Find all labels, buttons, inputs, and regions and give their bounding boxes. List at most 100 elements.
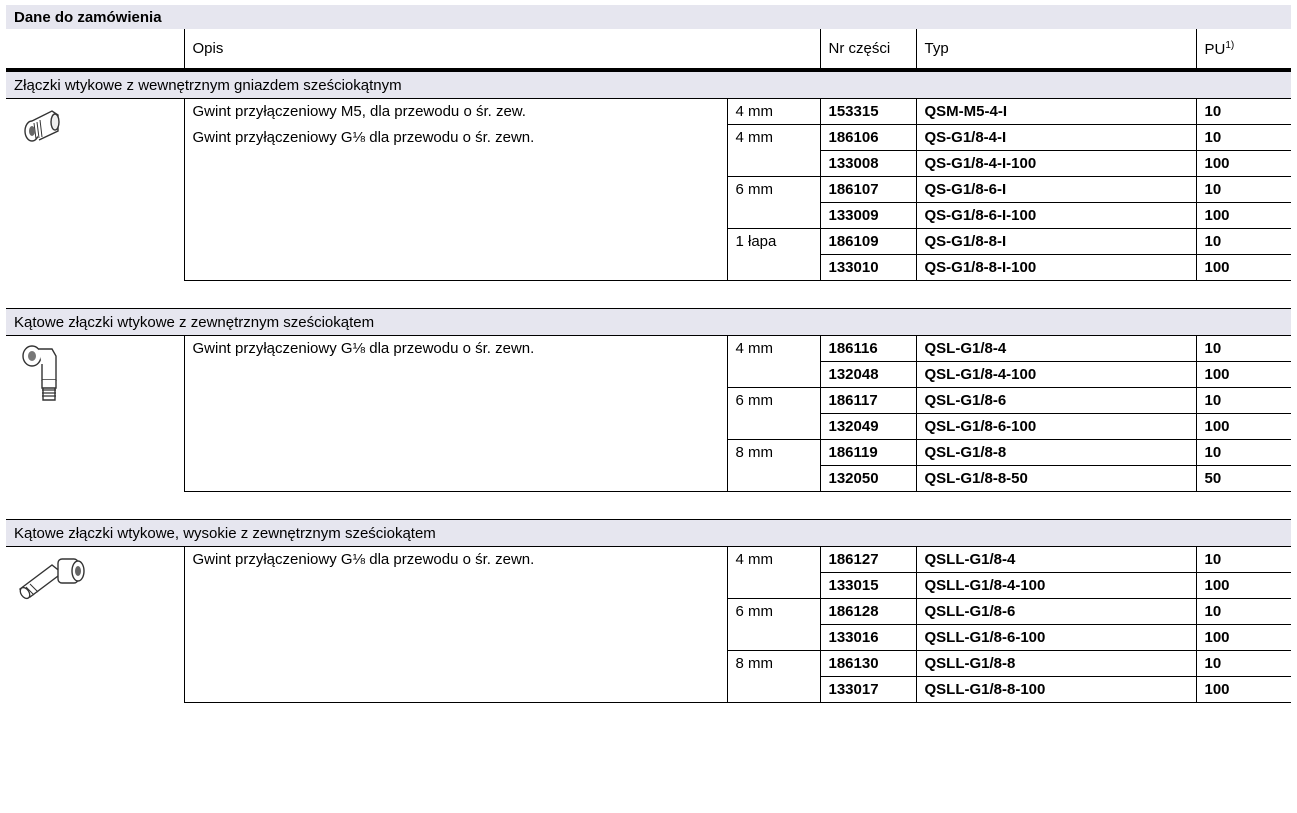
spacer-row	[6, 491, 1292, 520]
pu-cell: 100	[1196, 202, 1292, 229]
size-cell: 1 łapa	[727, 228, 821, 255]
pu-cell: 10	[1196, 598, 1292, 625]
size-cell: 6 mm	[727, 387, 821, 414]
header-image-cell	[6, 29, 184, 70]
description-cell: Gwint przyłączeniowy M5, dla przewodu o …	[184, 98, 728, 125]
description-cell: Gwint przyłączeniowy G⅛ dla przewodu o ś…	[184, 546, 728, 573]
part-number-cell: 186109	[820, 228, 917, 255]
type-cell: QS-G1/8-8-I-100	[916, 254, 1197, 281]
part-number-cell: 132050	[820, 465, 917, 492]
table-row: 6 mm 186128 QSLL-G1/8-6 10	[6, 598, 1292, 625]
section-title: Kątowe złączki wtykowe, wysokie z zewnęt…	[6, 519, 1292, 547]
header-pu: PU1)	[1195, 29, 1292, 70]
size-cell: 8 mm	[727, 650, 821, 677]
table-row: Gwint przyłączeniowy M5, dla przewodu o …	[6, 98, 1292, 281]
size-cell	[727, 413, 821, 440]
table-row: 132048 QSL-G1/8-4-100 100	[6, 361, 1292, 388]
table-row: 133008 QS-G1/8-4-I-100 100	[6, 150, 1292, 177]
description-cell	[184, 413, 728, 440]
spacer-cell	[6, 491, 1292, 520]
header-typ: Typ	[915, 29, 1196, 70]
table-row: 6 mm 186107 QS-G1/8-6-I 10	[6, 176, 1292, 203]
part-number-cell: 186127	[820, 546, 917, 573]
table-row: 133009 QS-G1/8-6-I-100 100	[6, 202, 1292, 229]
type-cell: QSLL-G1/8-6	[916, 598, 1197, 625]
table-row: 1 łapa 186109 QS-G1/8-8-I 10	[6, 228, 1292, 255]
part-number-cell: 153315	[820, 98, 917, 125]
part-number-cell: 186116	[820, 335, 917, 362]
part-number-cell: 186128	[820, 598, 917, 625]
type-cell: QSLL-G1/8-6-100	[916, 624, 1197, 651]
section-title: Kątowe złączki wtykowe z zewnętrznym sze…	[6, 308, 1292, 336]
elbow-fitting-icon	[22, 345, 57, 401]
size-cell	[727, 361, 821, 388]
description-cell: Gwint przyłączeniowy G⅛ dla przewodu o ś…	[184, 335, 728, 362]
table-row: 132049 QSL-G1/8-6-100 100	[6, 413, 1292, 440]
size-cell	[727, 465, 821, 492]
size-cell: 8 mm	[727, 439, 821, 466]
pu-cell: 100	[1196, 150, 1292, 177]
table-row: 132050 QSL-G1/8-8-50 50	[6, 465, 1292, 492]
table-row: 133010 QS-G1/8-8-I-100 100	[6, 254, 1292, 281]
size-cell	[727, 150, 821, 177]
description-cell	[184, 202, 728, 229]
size-cell: 4 mm	[727, 124, 821, 151]
pu-cell: 10	[1196, 439, 1292, 466]
pu-cell: 100	[1196, 361, 1292, 388]
part-number-cell: 133009	[820, 202, 917, 229]
type-cell: QSL-G1/8-6	[916, 387, 1197, 414]
table-row: 8 mm 186130 QSLL-G1/8-8 10	[6, 650, 1292, 677]
size-cell: 6 mm	[727, 176, 821, 203]
part-number-cell: 186106	[820, 124, 917, 151]
header-pu-footnote: 1)	[1225, 39, 1235, 51]
pu-cell: 100	[1196, 676, 1292, 703]
table-row: 133016 QSLL-G1/8-6-100 100	[6, 624, 1292, 651]
size-cell	[727, 676, 821, 703]
table-row: Gwint przyłączeniowy G⅛ dla przewodu o ś…	[6, 335, 1292, 492]
type-cell: QSM-M5-4-I	[916, 98, 1197, 125]
description-cell	[184, 439, 728, 466]
size-cell: 4 mm	[727, 546, 821, 573]
description-cell	[184, 361, 728, 388]
part-number-cell: 186117	[820, 387, 917, 414]
product-image-cell	[6, 335, 185, 492]
part-number-cell: 132048	[820, 361, 917, 388]
type-cell: QSL-G1/8-8	[916, 439, 1197, 466]
header-pu-label: PU	[1204, 40, 1226, 58]
pu-cell: 100	[1196, 413, 1292, 440]
size-cell	[727, 254, 821, 281]
header-nr-czesci: Nr części	[819, 29, 916, 70]
part-number-cell: 133010	[820, 254, 917, 281]
type-cell: QS-G1/8-8-I	[916, 228, 1197, 255]
type-cell: QSL-G1/8-8-50	[916, 465, 1197, 492]
description-cell	[184, 598, 728, 625]
description-cell	[184, 176, 728, 203]
table-title: Dane do zamówienia	[6, 5, 1292, 29]
product-image-cell	[6, 546, 185, 703]
section-header-row: Kątowe złączki wtykowe, wysokie z zewnęt…	[6, 519, 1292, 547]
section-header-row: Złączki wtykowe z wewnętrznym gniazdem s…	[6, 70, 1292, 99]
type-cell: QS-G1/8-4-I-100	[916, 150, 1197, 177]
pu-cell: 50	[1196, 465, 1292, 492]
description-cell	[184, 387, 728, 414]
type-cell: QSL-G1/8-4-100	[916, 361, 1197, 388]
part-number-cell: 186119	[820, 439, 917, 466]
part-number-cell: 133016	[820, 624, 917, 651]
product-image-cell	[6, 98, 185, 281]
size-cell	[727, 572, 821, 599]
part-number-cell: 133015	[820, 572, 917, 599]
part-number-cell: 133017	[820, 676, 917, 703]
section-title: Złączki wtykowe z wewnętrznym gniazdem s…	[6, 70, 1292, 99]
pu-cell: 10	[1196, 228, 1292, 255]
type-cell: QSLL-G1/8-8-100	[916, 676, 1197, 703]
type-cell: QS-G1/8-6-I	[916, 176, 1197, 203]
description-cell	[184, 254, 728, 281]
table-row: Gwint przyłączeniowy G⅛ dla przewodu o ś…	[6, 124, 1292, 151]
size-cell: 6 mm	[727, 598, 821, 625]
type-cell: QSLL-G1/8-8	[916, 650, 1197, 677]
table-title-row: Dane do zamówienia	[6, 5, 1292, 29]
order-data-sheet: Dane do zamówienia Opis Nr części Typ PU…	[6, 5, 1292, 703]
straight-fitting-icon	[24, 110, 60, 142]
part-number-cell: 186107	[820, 176, 917, 203]
pu-cell: 10	[1196, 176, 1292, 203]
